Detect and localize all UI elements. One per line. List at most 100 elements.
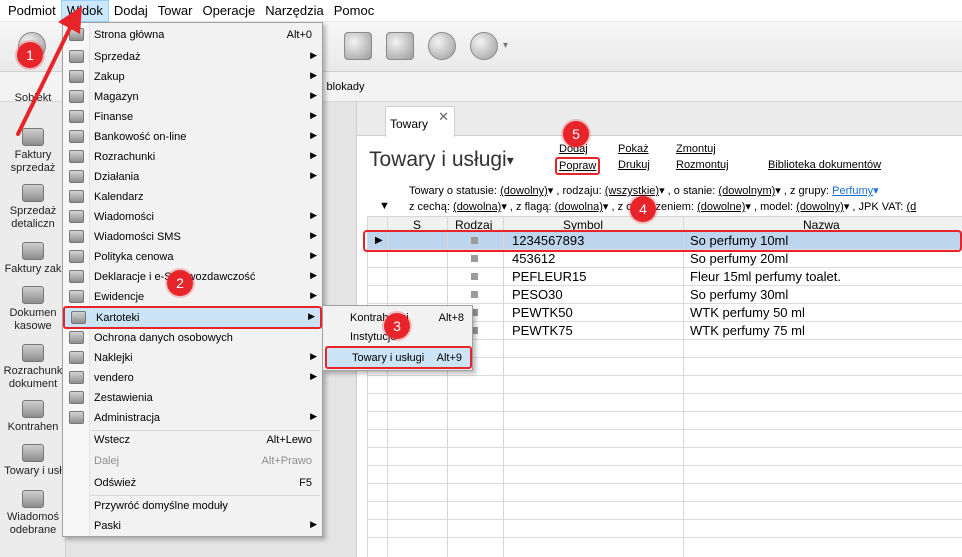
menu-dodaj[interactable]: Dodaj — [109, 0, 153, 22]
flaga-filter[interactable]: (dowolna) — [555, 201, 603, 213]
menu-item-magazyn[interactable]: Magazyn ▶ — [63, 87, 322, 107]
pricing-icon — [69, 250, 84, 263]
annotation-badge-2: 2 — [167, 270, 193, 296]
menu-item-polityka-cenowa[interactable]: Polityka cenowa ▶ — [63, 247, 322, 267]
sms-icon — [69, 230, 84, 243]
submenu-arrow-icon: ▶ — [308, 311, 315, 321]
action-rozmontuj[interactable]: Rozmontuj — [676, 159, 729, 171]
menu-item-przywroc[interactable]: Przywróć domyślne moduły — [63, 496, 322, 516]
tab-towary[interactable]: Towary ✕ — [385, 106, 455, 137]
settlement-icon — [22, 344, 44, 362]
nav-item-towary[interactable]: Towary i usł — [0, 444, 66, 478]
menu-item-sprzedaz[interactable]: Sprzedaż ▶ — [63, 47, 322, 67]
nav-item-faktury-sprzedazy[interactable]: Faktury sprzedaż — [0, 128, 66, 175]
empty-row — [367, 448, 962, 466]
action-pokaz[interactable]: Pokaż — [618, 143, 649, 155]
submenu-arrow-icon: ▶ — [310, 351, 317, 361]
contractor-icon — [22, 400, 44, 418]
files-icon — [71, 311, 86, 324]
menu-item-strona-glowna[interactable]: Strona główna Alt+0 — [63, 25, 322, 45]
nav-item-dokumenty-kasowe[interactable]: Dokumen kasowe — [0, 286, 66, 333]
print-icon[interactable] — [344, 32, 372, 60]
menu-item-paski[interactable]: Paski ▶ — [63, 516, 322, 536]
table-row[interactable]: PESO30 So perfumy 30ml — [367, 286, 962, 304]
submenu-arrow-icon: ▶ — [310, 270, 317, 280]
menu-item-administracja[interactable]: Administracja ▶ — [63, 408, 322, 428]
mail-icon — [69, 210, 84, 223]
cecha-filter[interactable]: (dowolna) — [453, 201, 501, 213]
nav-item-sprzedaz-detaliczna[interactable]: Sprzedaż detaliczn — [0, 184, 66, 231]
retail-icon — [22, 184, 44, 202]
nav-item-kontrahenci[interactable]: Kontrahen — [0, 400, 66, 434]
action-popraw[interactable]: Popraw — [555, 157, 601, 175]
menu-item-finanse[interactable]: Finanse ▶ — [63, 107, 322, 127]
blokady-link[interactable]: k blokady — [318, 81, 364, 93]
nav-item-faktury-zakupu[interactable]: Faktury zak — [0, 242, 66, 276]
menu-widok[interactable]: Widok — [60, 0, 109, 22]
menu-pomoc[interactable]: Pomoc — [329, 0, 379, 22]
empty-row — [367, 484, 962, 502]
menu-operacje[interactable]: Operacje — [197, 0, 260, 22]
menu-item-odswiez[interactable]: Odśwież F5 — [63, 473, 322, 493]
menu-item-wiadomosci-sms[interactable]: Wiadomości SMS ▶ — [63, 227, 322, 247]
symbol-cell: PEWTK50 — [512, 305, 573, 320]
menu-item-bankowosc[interactable]: Bankowość on-line ▶ — [63, 127, 322, 147]
grid-line — [367, 216, 368, 557]
sales-icon — [69, 50, 84, 63]
menu-towar[interactable]: Towar — [153, 0, 198, 22]
menu-item-dzialania[interactable]: Działania ▶ — [63, 167, 322, 187]
menu-item-wiadomosci[interactable]: Wiadomości ▶ — [63, 207, 322, 227]
menu-item-vendero[interactable]: vendero ▶ — [63, 368, 322, 388]
table-row[interactable]: 453612 So perfumy 20ml — [367, 250, 962, 268]
stan-filter[interactable]: (dowolnym) — [718, 185, 775, 197]
records-icon — [69, 290, 84, 303]
help-icon[interactable] — [470, 32, 498, 60]
tab-label: Towary — [390, 117, 429, 131]
annotation-badge-1: 1 — [17, 42, 43, 68]
nav-item-sobiekt[interactable]: Sobiekt — [0, 92, 66, 105]
menu-item-ewidencje[interactable]: Ewidencje ▶ — [63, 287, 322, 307]
goods-icon — [22, 444, 44, 462]
grid-options-icon[interactable]: ▼ — [379, 200, 390, 212]
menu-item-ochrona-danych[interactable]: Ochrona danych osobowych — [63, 328, 322, 348]
menu-item-zakup[interactable]: Zakup ▶ — [63, 67, 322, 87]
name-cell: So perfumy 20ml — [690, 251, 789, 266]
globe-icon[interactable] — [428, 32, 456, 60]
type-icon — [471, 255, 478, 262]
help-dropdown-icon[interactable]: ▾ — [503, 40, 508, 51]
oznaczenie-filter[interactable]: (dowolne) — [697, 201, 745, 213]
menu-item-kalendarz[interactable]: Kalendarz — [63, 187, 322, 207]
export-icon[interactable] — [386, 32, 414, 60]
table-row[interactable]: PEFLEUR15 Fleur 15ml perfumy toalet. — [367, 268, 962, 286]
action-zmontuj[interactable]: Zmontuj — [676, 143, 716, 155]
submenu-item-towary-i-uslugi[interactable]: Towary i usługi Alt+9 — [325, 346, 472, 369]
selected-row-outline — [363, 230, 962, 252]
invoice-icon — [22, 128, 44, 146]
vendero-icon — [69, 371, 84, 384]
status-filter[interactable]: (dowolny) — [500, 185, 548, 197]
submenu-arrow-icon: ▶ — [310, 411, 317, 421]
nav-item-rozrachunki[interactable]: Rozrachunk dokument — [0, 344, 66, 391]
rodzaj-filter[interactable]: (wszystkie) — [605, 185, 659, 197]
reports-icon — [69, 391, 84, 404]
menu-item-wstecz[interactable]: Wstecz Alt+Lewo — [63, 430, 322, 450]
action-biblioteka[interactable]: Biblioteka dokumentów — [768, 159, 881, 171]
nav-item-wiadomosci[interactable]: Wiadomoś odebrane — [0, 490, 66, 537]
page-title[interactable]: Towary i usługi▾ — [369, 148, 514, 172]
model-filter[interactable]: (dowolny) — [796, 201, 844, 213]
jpk-filter[interactable]: (d — [906, 201, 916, 213]
menu-item-naklejki[interactable]: Naklejki ▶ — [63, 348, 322, 368]
declaration-icon — [69, 270, 84, 283]
menu-narzedzia[interactable]: Narzędzia — [260, 0, 329, 22]
close-icon[interactable]: ✕ — [438, 109, 449, 125]
submenu-arrow-icon: ▶ — [310, 290, 317, 300]
menu-podmiot[interactable]: Podmiot — [3, 0, 61, 22]
submenu-arrow-icon: ▶ — [310, 90, 317, 100]
menu-item-rozrachunki[interactable]: Rozrachunki ▶ — [63, 147, 322, 167]
grupa-filter[interactable]: Perfumy — [832, 185, 873, 197]
action-drukuj[interactable]: Drukuj — [618, 159, 650, 171]
menu-item-kartoteki[interactable]: Kartoteki ▶ — [63, 306, 322, 329]
menu-item-zestawienia[interactable]: Zestawienia — [63, 388, 322, 408]
submenu-arrow-icon: ▶ — [310, 250, 317, 260]
name-cell: So perfumy 30ml — [690, 287, 789, 302]
